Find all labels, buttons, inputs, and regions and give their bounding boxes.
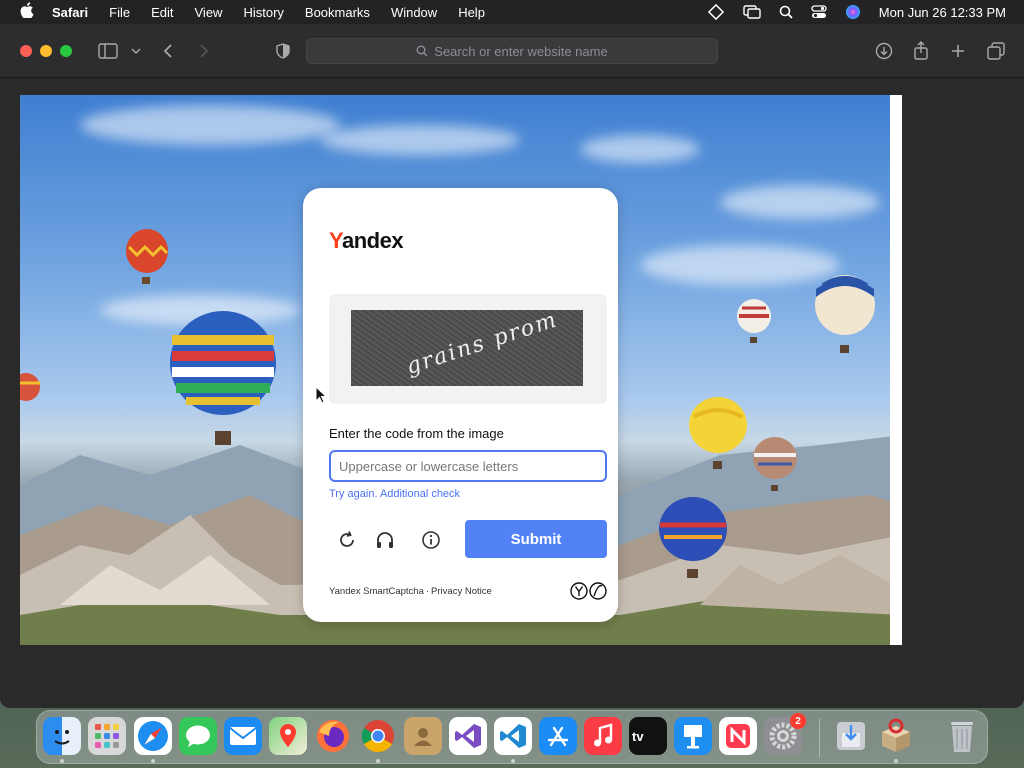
dock-safari-icon[interactable] bbox=[134, 717, 172, 755]
menu-clock[interactable]: Mon Jun 26 12:33 PM bbox=[879, 5, 1006, 20]
menu-file[interactable]: File bbox=[109, 5, 130, 20]
share-icon[interactable] bbox=[909, 39, 933, 63]
dock-firefox-icon[interactable] bbox=[314, 717, 352, 755]
tab-overview-icon[interactable] bbox=[984, 39, 1008, 63]
submit-button[interactable]: Submit bbox=[465, 520, 607, 558]
close-window-button[interactable] bbox=[20, 45, 32, 57]
captcha-code-input[interactable] bbox=[329, 450, 607, 482]
web-content: Yandex grains prom Enter the code from t… bbox=[0, 78, 1024, 708]
dock-running-dot bbox=[376, 759, 380, 763]
screen-mirroring-icon[interactable] bbox=[743, 4, 761, 20]
dock-running-dot bbox=[60, 759, 64, 763]
dock-mail-icon[interactable] bbox=[224, 717, 262, 755]
privacy-shield-icon[interactable] bbox=[271, 39, 295, 63]
yandex-logo-letter: Y bbox=[329, 228, 342, 253]
dock-visual-studio-icon[interactable] bbox=[449, 717, 487, 755]
address-placeholder: Search or enter website name bbox=[434, 43, 608, 59]
dock-launchpad-icon[interactable] bbox=[88, 717, 126, 755]
svg-text:tv: tv bbox=[632, 729, 644, 744]
dock-contacts-icon[interactable] bbox=[404, 717, 442, 755]
forward-button-icon[interactable] bbox=[192, 39, 216, 63]
new-tab-icon[interactable] bbox=[946, 39, 970, 63]
dock-finder-icon[interactable] bbox=[43, 717, 81, 755]
spotlight-search-icon[interactable] bbox=[779, 5, 793, 19]
footer-brand: Yandex SmartCaptcha bbox=[329, 586, 424, 597]
captcha-label: Enter the code from the image bbox=[329, 426, 504, 441]
yandex-logo-rest: andex bbox=[341, 228, 404, 253]
settings-notification-badge: 2 bbox=[790, 713, 806, 729]
dock-maps-icon[interactable] bbox=[269, 717, 307, 755]
dock-news-icon[interactable] bbox=[719, 717, 757, 755]
dock: tv 2 bbox=[36, 710, 988, 764]
dock-messages-icon[interactable] bbox=[179, 717, 217, 755]
captcha-actions: Submit bbox=[329, 520, 607, 560]
dock-trash-icon[interactable] bbox=[943, 717, 981, 755]
menu-help[interactable]: Help bbox=[458, 5, 485, 20]
safari-toolbar: Search or enter website name bbox=[0, 24, 1024, 78]
dock-apple-tv-icon[interactable]: tv bbox=[629, 717, 667, 755]
privacy-notice-link[interactable]: Privacy Notice bbox=[431, 586, 492, 597]
captcha-image-text: grains prom bbox=[403, 310, 562, 380]
smartcaptcha-logo-icon bbox=[570, 582, 608, 600]
audio-headphones-icon[interactable] bbox=[373, 528, 397, 552]
menu-view[interactable]: View bbox=[195, 5, 223, 20]
dock-separator bbox=[819, 719, 820, 757]
siri-icon[interactable] bbox=[845, 4, 861, 20]
dock-chrome-icon[interactable] bbox=[359, 717, 397, 755]
search-icon bbox=[416, 45, 428, 57]
menu-bar: Safari File Edit View History Bookmarks … bbox=[0, 0, 1024, 24]
footer-separator: · bbox=[425, 586, 430, 597]
dock-installer-icon[interactable] bbox=[877, 717, 915, 755]
dock-downloads-icon[interactable] bbox=[832, 717, 870, 755]
minimize-window-button[interactable] bbox=[40, 45, 52, 57]
captcha-hint-link[interactable]: Try again. Additional check bbox=[329, 488, 460, 500]
downloads-icon[interactable] bbox=[872, 39, 896, 63]
page-edge-strip bbox=[890, 95, 902, 645]
dock-running-dot bbox=[511, 759, 515, 763]
menu-app-name[interactable]: Safari bbox=[52, 5, 88, 20]
dock-running-dot bbox=[151, 759, 155, 763]
zoom-window-button[interactable] bbox=[60, 45, 72, 57]
apple-menu-icon[interactable] bbox=[18, 2, 36, 22]
menu-edit[interactable]: Edit bbox=[151, 5, 173, 20]
safari-window: Search or enter website name Yandex grai… bbox=[0, 24, 1024, 708]
diamond-status-icon[interactable] bbox=[707, 3, 725, 21]
captcha-dialog: Yandex grains prom Enter the code from t… bbox=[303, 188, 618, 622]
dock-app-store-icon[interactable] bbox=[539, 717, 577, 755]
captcha-image: grains prom bbox=[351, 310, 583, 386]
mouse-cursor-icon bbox=[315, 385, 328, 409]
captcha-image-panel: grains prom bbox=[329, 294, 607, 404]
sidebar-toggle-icon[interactable] bbox=[96, 39, 120, 63]
dock-running-dot bbox=[894, 759, 898, 763]
control-center-icon[interactable] bbox=[811, 5, 827, 19]
captcha-footer: Yandex SmartCaptcha · Privacy Notice bbox=[329, 586, 492, 597]
address-bar[interactable]: Search or enter website name bbox=[306, 38, 718, 64]
dock-system-settings-icon[interactable]: 2 bbox=[764, 713, 806, 755]
back-button-icon[interactable] bbox=[156, 39, 180, 63]
dock-keynote-icon[interactable] bbox=[674, 717, 712, 755]
info-icon[interactable] bbox=[419, 528, 443, 552]
dock-vscode-icon[interactable] bbox=[494, 717, 532, 755]
dock-music-icon[interactable] bbox=[584, 717, 622, 755]
menu-history[interactable]: History bbox=[243, 5, 283, 20]
menu-bookmarks[interactable]: Bookmarks bbox=[305, 5, 370, 20]
refresh-icon[interactable] bbox=[335, 528, 359, 552]
chevron-down-icon[interactable] bbox=[124, 39, 148, 63]
yandex-logo: Yandex bbox=[329, 228, 404, 254]
menu-window[interactable]: Window bbox=[391, 5, 437, 20]
